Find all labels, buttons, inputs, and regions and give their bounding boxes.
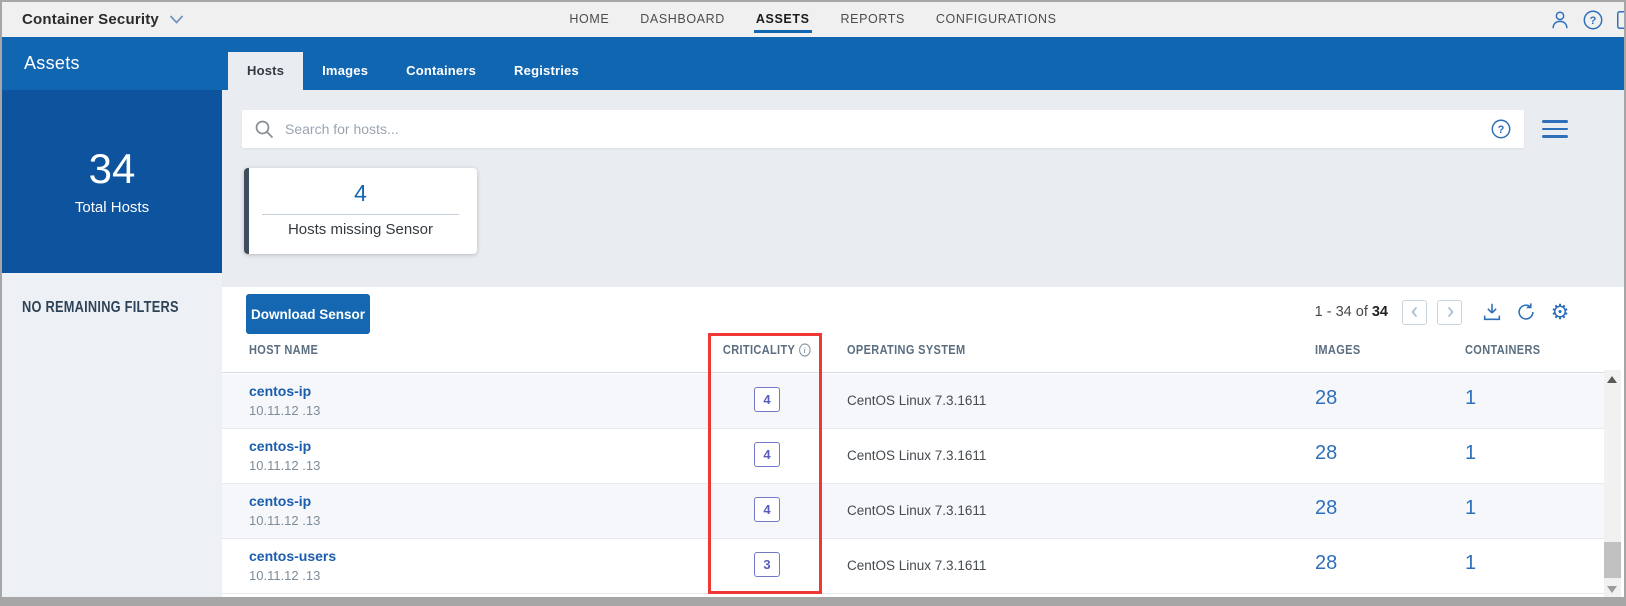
host-ip: 10.11.12 .13: [249, 403, 321, 418]
total-hosts-label: Total Hosts: [74, 198, 150, 216]
asset-tabs: Hosts Images Containers Registries: [228, 52, 598, 90]
hosts-missing-sensor-card[interactable]: 4 Hosts missing Sensor: [244, 168, 477, 254]
containers-count-link[interactable]: 1: [1465, 552, 1476, 575]
operating-system-cell: CentOS Linux 7.3.1611: [847, 448, 987, 463]
host-ip: 10.11.12 .13: [249, 513, 321, 528]
table-row[interactable]: centos-ip 10.11.12 .13 4 CentOS Linux 7.…: [222, 484, 1604, 539]
nav-reports[interactable]: REPORTS: [839, 2, 907, 37]
criticality-cell: 4: [687, 442, 847, 467]
svg-text:?: ?: [1590, 15, 1597, 27]
user-icon[interactable]: [1548, 8, 1572, 32]
missing-sensor-count: 4: [354, 180, 367, 206]
svg-text:i: i: [804, 346, 807, 356]
table-header-row: HOST NAME CRITICALITY i OPERATING SYSTEM …: [222, 287, 1604, 373]
host-ip: 10.11.12 .13: [249, 568, 321, 583]
host-name-link[interactable]: centos-ip: [249, 493, 311, 509]
operating-system-cell: CentOS Linux 7.3.1611: [847, 393, 987, 408]
column-header-operating-system[interactable]: OPERATING SYSTEM: [847, 343, 965, 357]
column-header-host-name[interactable]: HOST NAME: [249, 343, 318, 357]
criticality-badge[interactable]: 4: [754, 387, 780, 412]
criticality-cell: 4: [687, 387, 847, 412]
search-icon: [255, 120, 274, 138]
operating-system-cell: CentOS Linux 7.3.1611: [847, 503, 987, 518]
top-bar: Container Security HOME DASHBOARD ASSETS…: [2, 2, 1624, 37]
total-hosts-stat[interactable]: 34 Total Hosts: [2, 90, 222, 273]
criticality-cell: 4: [687, 497, 847, 522]
tab-containers[interactable]: Containers: [387, 52, 495, 90]
host-ip: 10.11.12 .13: [249, 458, 321, 473]
scroll-down-arrow-icon[interactable]: [1607, 586, 1617, 593]
notifications-icon[interactable]: [1614, 8, 1624, 32]
containers-count-link[interactable]: 1: [1465, 387, 1476, 410]
topbar-icons: ?: [1548, 2, 1624, 37]
remaining-filters-label: NO REMAINING FILTERS: [22, 299, 179, 316]
criticality-badge[interactable]: 4: [754, 442, 780, 467]
hosts-table-area: Download Sensor 1 - 34 of 34 ⚙ HOST NAME…: [222, 287, 1624, 597]
images-count-link[interactable]: 28: [1315, 387, 1337, 410]
missing-sensor-label: Hosts missing Sensor: [287, 221, 434, 238]
nav-assets[interactable]: ASSETS: [753, 2, 812, 37]
images-count-link[interactable]: 28: [1315, 442, 1337, 465]
top-navigation: HOME DASHBOARD ASSETS REPORTS CONFIGURAT…: [2, 2, 1624, 37]
scrollbar-thumb[interactable]: [1604, 542, 1621, 578]
nav-dashboard[interactable]: DASHBOARD: [638, 2, 727, 37]
card-divider: [262, 214, 459, 215]
table-row[interactable]: centos-users 10.11.12 .13 3 CentOS Linux…: [222, 539, 1604, 594]
column-header-containers[interactable]: CONTAINERS: [1465, 343, 1540, 357]
main-content: ? 4 Hosts missing Sensor Download Sensor…: [222, 90, 1624, 597]
tab-registries[interactable]: Registries: [495, 52, 598, 90]
scroll-up-arrow-icon[interactable]: [1607, 376, 1617, 383]
vertical-scrollbar[interactable]: [1604, 370, 1621, 597]
operating-system-cell: CentOS Linux 7.3.1611: [847, 558, 987, 573]
criticality-badge[interactable]: 4: [754, 497, 780, 522]
help-icon[interactable]: ?: [1581, 8, 1605, 32]
host-name-link[interactable]: centos-users: [249, 548, 336, 564]
sidebar: 34 Total Hosts NO REMAINING FILTERS: [2, 90, 222, 597]
svg-text:?: ?: [1498, 124, 1505, 136]
images-count-link[interactable]: 28: [1315, 497, 1337, 520]
nav-configurations[interactable]: CONFIGURATIONS: [934, 2, 1059, 37]
host-name-link[interactable]: centos-ip: [249, 438, 311, 454]
containers-count-link[interactable]: 1: [1465, 442, 1476, 465]
app-window: Container Security HOME DASHBOARD ASSETS…: [2, 2, 1624, 597]
total-hosts-value: 34: [88, 144, 136, 192]
tab-images[interactable]: Images: [303, 52, 387, 90]
search-input[interactable]: [285, 121, 1480, 137]
page-title: Assets: [24, 53, 80, 73]
nav-home[interactable]: HOME: [567, 2, 611, 37]
tab-hosts[interactable]: Hosts: [228, 52, 304, 90]
criticality-badge[interactable]: 3: [754, 552, 780, 577]
column-header-images[interactable]: IMAGES: [1315, 343, 1361, 357]
info-icon[interactable]: i: [799, 343, 811, 357]
table-row[interactable]: centos-ip 10.11.12 .13 4 CentOS Linux 7.…: [222, 429, 1604, 484]
images-count-link[interactable]: 28: [1315, 552, 1337, 575]
host-name-link[interactable]: centos-ip: [249, 383, 311, 399]
menu-icon[interactable]: [1542, 118, 1568, 140]
table-body: centos-ip 10.11.12 .13 4 CentOS Linux 7.…: [222, 374, 1604, 594]
containers-count-link[interactable]: 1: [1465, 497, 1476, 520]
criticality-cell: 3: [687, 552, 847, 577]
app-bar: Assets Hosts Images Containers Registrie…: [2, 37, 1624, 90]
search-help-icon[interactable]: ?: [1490, 118, 1512, 140]
table-row[interactable]: centos-ip 10.11.12 .13 4 CentOS Linux 7.…: [222, 374, 1604, 429]
search-bar: ?: [242, 110, 1524, 148]
column-header-criticality[interactable]: CRITICALITY i: [697, 343, 838, 357]
filter-area: ? 4 Hosts missing Sensor: [222, 90, 1624, 287]
